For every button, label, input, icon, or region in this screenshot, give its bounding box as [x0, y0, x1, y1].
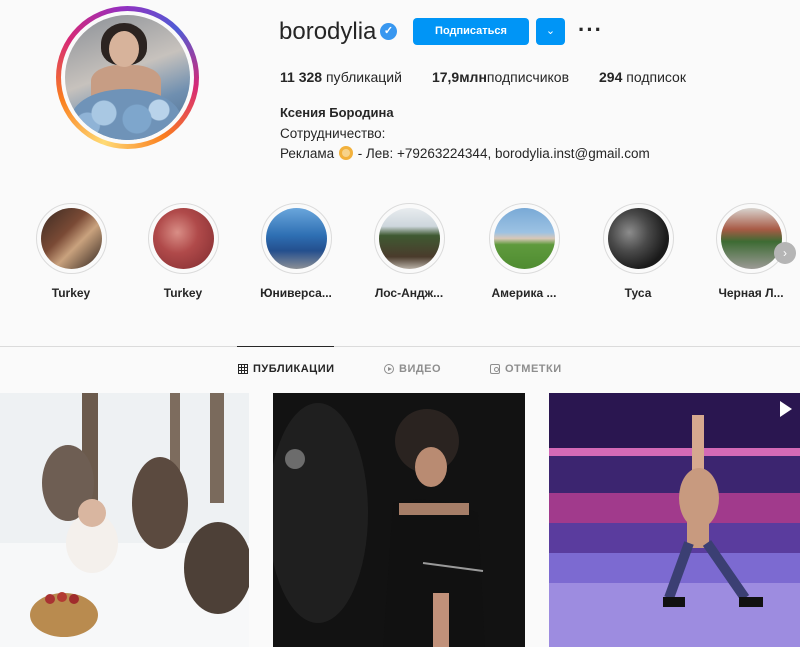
highlight-item[interactable]: Turkey [147, 203, 219, 300]
avatar-inner [61, 11, 194, 144]
tab-posts[interactable]: ПУБЛИКАЦИИ [238, 363, 335, 375]
post-thumbnail[interactable] [549, 393, 800, 647]
highlight-label: Turkey [51, 286, 91, 300]
profile-full-name: Ксения Бородина [280, 105, 394, 120]
profile-stats: 11 328 публикаций 17,9млнподписчиков 294… [280, 69, 716, 85]
highlight-ring [715, 203, 787, 274]
highlights-next-button[interactable]: › [774, 242, 796, 264]
profile-avatar-ring[interactable] [56, 6, 199, 149]
followers-stat[interactable]: 17,9млнподписчиков [432, 69, 569, 85]
post-image-winter-deer [0, 393, 249, 647]
profile-username: borodylia [279, 18, 377, 45]
post-image-horse-woman [273, 393, 525, 647]
highlight-cover [152, 208, 214, 269]
highlight-item[interactable]: Туса [602, 203, 674, 300]
active-tab-indicator [237, 346, 334, 347]
lion-emoji-icon [338, 146, 353, 160]
chevron-right-icon: › [783, 246, 787, 260]
tab-tagged-label: ОТМЕТКИ [505, 363, 562, 375]
highlight-label: Америка ... [491, 286, 557, 300]
verified-badge-icon: ✓ [380, 23, 397, 40]
tabs-divider [0, 346, 800, 347]
tag-icon [490, 364, 500, 374]
grid-icon [238, 364, 248, 374]
video-icon [384, 364, 394, 374]
bio-line-2: Реклама - Лев: +79263224344, borodylia.i… [280, 146, 650, 161]
highlight-item[interactable]: Лос-Андж... [373, 203, 445, 300]
posts-label: публикаций [325, 69, 402, 85]
highlight-ring [35, 203, 107, 274]
highlight-ring [488, 203, 560, 274]
chevron-down-icon: ⌄ [545, 25, 556, 37]
avatar-flowers [71, 89, 181, 140]
tab-video-label: ВИДЕО [399, 363, 442, 375]
following-label: подписок [626, 69, 686, 85]
highlight-ring [147, 203, 219, 274]
followers-count: 17,9млн [431, 69, 487, 85]
tab-tagged[interactable]: ОТМЕТКИ [490, 363, 562, 375]
highlight-label: Черная Л... [718, 286, 784, 300]
post-thumbnail[interactable] [273, 393, 525, 647]
tab-posts-label: ПУБЛИКАЦИИ [253, 363, 335, 375]
highlight-cover [720, 208, 782, 269]
highlight-cover [493, 208, 555, 269]
bio-contacts: - Лев: +79263224344, borodylia.inst@gmai… [357, 146, 650, 161]
video-badge-icon [780, 401, 792, 417]
highlight-label: Turkey [163, 286, 203, 300]
following-stat[interactable]: 294 подписок [599, 69, 686, 85]
highlight-item[interactable]: Америка ... [488, 203, 560, 300]
highlight-label: Юниверса... [260, 286, 332, 300]
post-thumbnail[interactable] [0, 393, 249, 647]
suggested-dropdown-button[interactable]: ⌄ [536, 18, 565, 45]
posts-stat: 11 328 публикаций [280, 69, 402, 85]
highlight-cover [607, 208, 669, 269]
highlight-label: Туса [624, 286, 652, 300]
highlight-ring [373, 203, 445, 274]
avatar-face [109, 31, 139, 67]
posts-count: 11 328 [280, 69, 323, 85]
highlight-cover [40, 208, 102, 269]
more-dots-icon: ··· [578, 17, 603, 42]
highlight-label: Лос-Андж... [374, 286, 444, 300]
following-count: 294 [599, 69, 623, 85]
bio-line-1: Сотрудничество: [280, 126, 386, 141]
highlight-item[interactable]: Turkey [35, 203, 107, 300]
highlight-cover [378, 208, 440, 269]
post-image-ice-skating [549, 393, 800, 647]
highlight-ring [260, 203, 332, 274]
highlight-ring [602, 203, 674, 274]
avatar[interactable] [65, 15, 190, 140]
more-options-button[interactable]: ··· [578, 16, 602, 46]
follow-button[interactable]: Подписаться [413, 18, 529, 45]
bio-prefix: Реклама [280, 146, 335, 161]
followers-label: подписчиков [486, 69, 570, 85]
tab-video[interactable]: ВИДЕО [384, 363, 441, 375]
highlight-cover [265, 208, 327, 269]
highlight-item[interactable]: Юниверса... [260, 203, 332, 300]
